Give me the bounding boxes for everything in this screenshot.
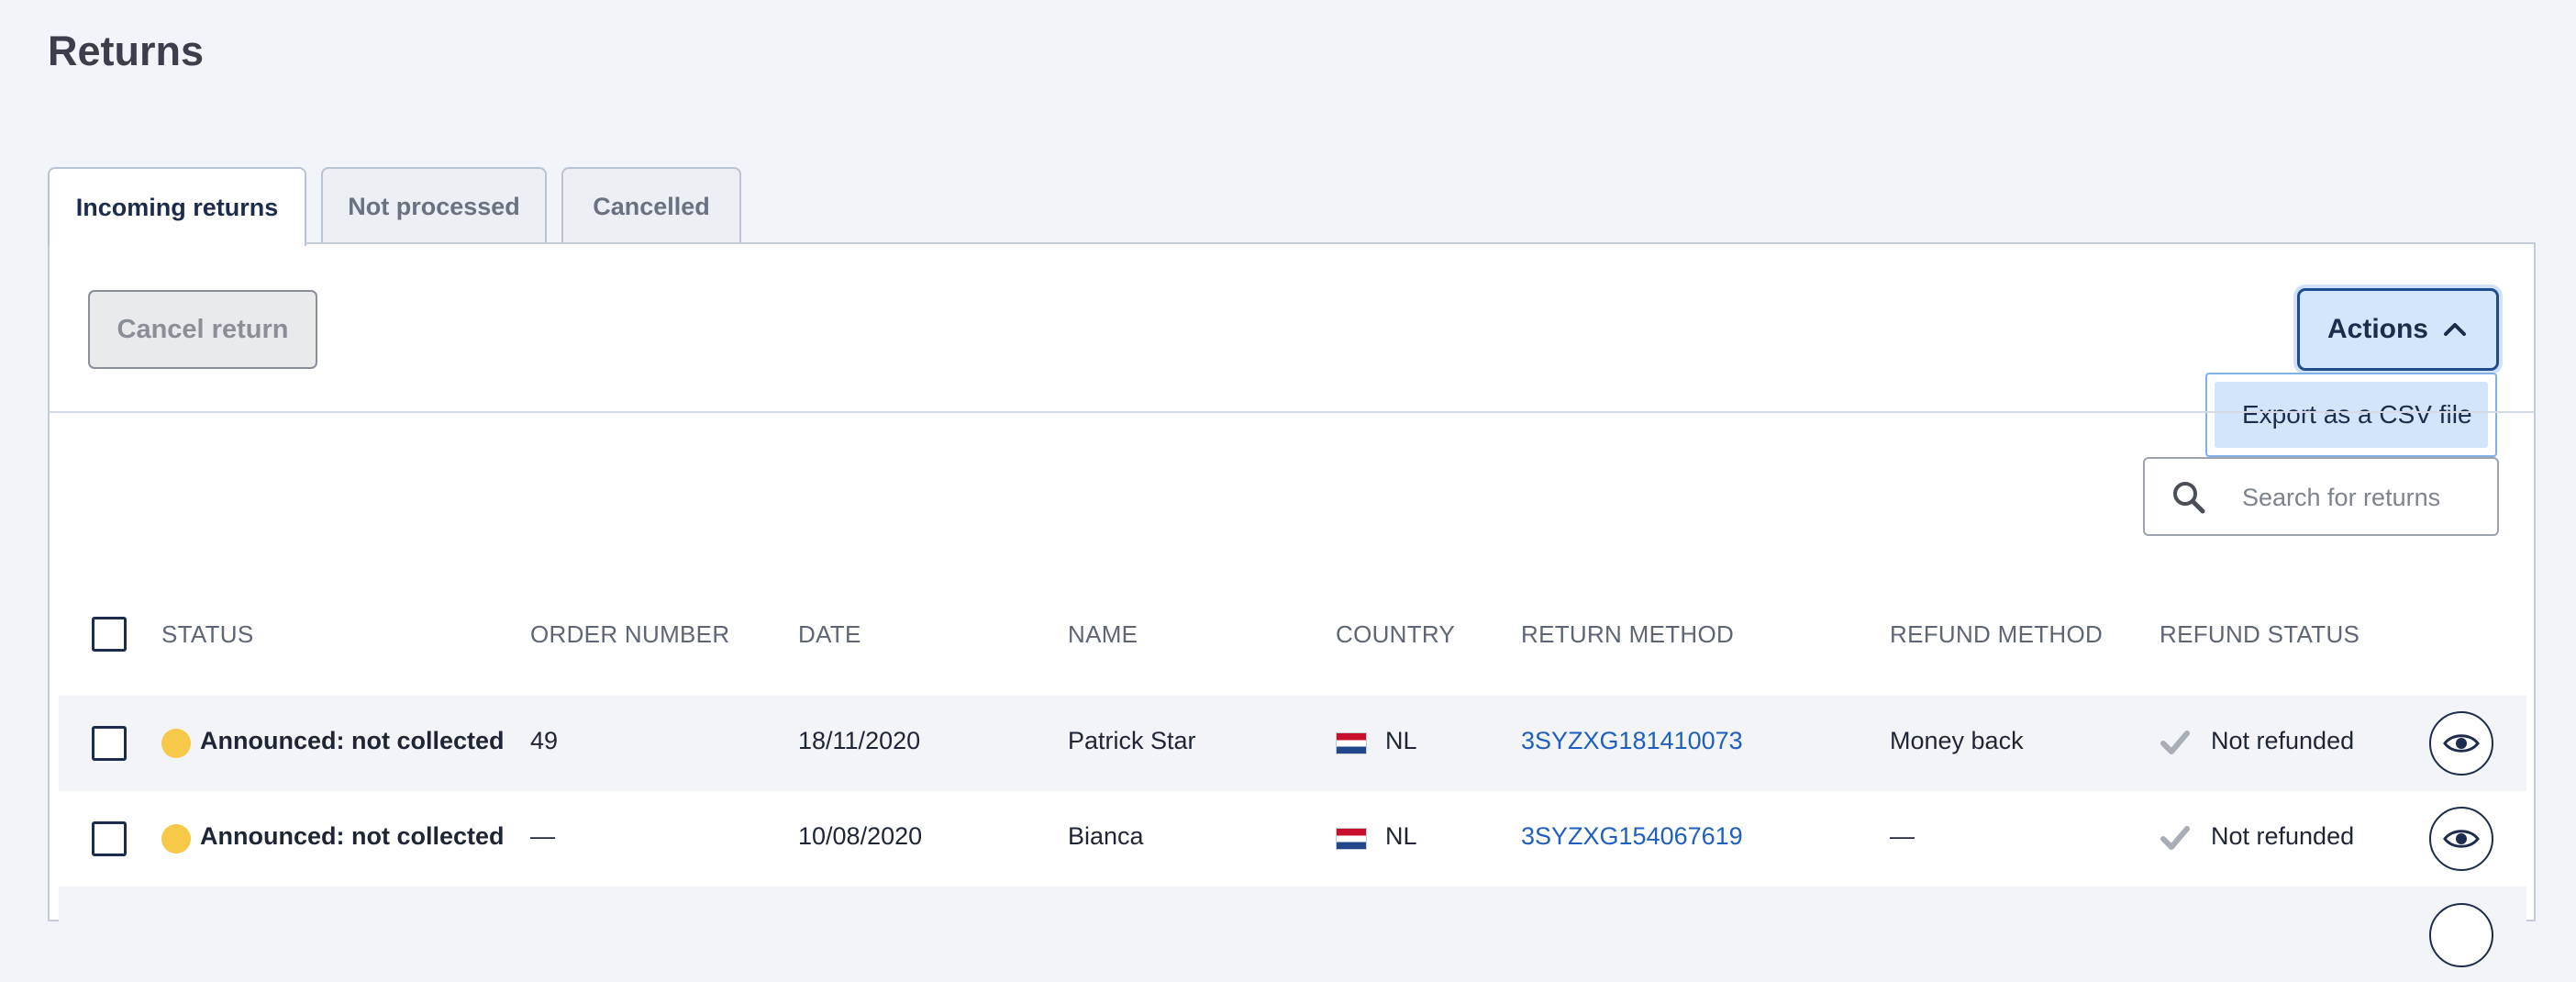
column-header-date[interactable]: DATE [798, 620, 861, 649]
table-row[interactable]: Announced: not collected 49 18/11/2020 P… [59, 696, 2526, 791]
actions-menu: Export as a CSV file [2205, 373, 2497, 457]
column-header-name[interactable]: NAME [1068, 620, 1138, 649]
country-code: NL [1385, 727, 1417, 754]
chevron-up-icon [2444, 323, 2466, 336]
refund-status: Not refunded [2211, 822, 2355, 850]
eye-icon [2443, 734, 2480, 753]
actions-button[interactable]: Actions [2297, 288, 2499, 371]
return-date: 10/08/2020 [798, 822, 923, 850]
row-checkbox[interactable] [92, 821, 127, 856]
refund-method: — [1890, 822, 1915, 850]
column-header-country[interactable]: COUNTRY [1336, 620, 1455, 649]
menu-item-export-csv[interactable]: Export as a CSV file [2215, 382, 2488, 448]
refund-status: Not refunded [2211, 727, 2355, 754]
table-row[interactable]: Announced: not collected — 10/08/2020 Bi… [59, 791, 2526, 887]
status-label: Announced: not collected [200, 727, 505, 754]
column-header-return-method[interactable]: RETURN METHOD [1521, 620, 1734, 649]
tab-cancelled[interactable]: Cancelled [561, 167, 741, 244]
search-box [2143, 457, 2499, 536]
status-dot-icon [161, 824, 191, 854]
return-date: 18/11/2020 [798, 727, 921, 754]
order-number: 49 [530, 727, 559, 754]
customer-name: Patrick Star [1068, 727, 1196, 754]
view-return-button[interactable] [2429, 807, 2493, 871]
checkmark-icon [2160, 731, 2190, 754]
return-method-link[interactable]: 3SYZXG181410073 [1521, 727, 1743, 755]
returns-panel: Cancel return Actions Export as a CSV fi… [48, 242, 2536, 982]
row-checkbox[interactable] [92, 726, 127, 761]
status-label: Announced: not collected [200, 822, 505, 850]
select-all-checkbox[interactable] [92, 617, 127, 652]
customer-name: Bianca [1068, 822, 1144, 850]
tab-incoming-returns[interactable]: Incoming returns [48, 167, 306, 246]
column-header-status[interactable]: STATUS [161, 620, 254, 649]
order-number: — [530, 822, 555, 850]
cancel-return-button[interactable]: Cancel return [88, 290, 317, 369]
country-code: NL [1385, 822, 1417, 850]
column-header-order-number[interactable]: ORDER NUMBER [530, 620, 729, 649]
flag-nl-icon [1336, 732, 1367, 754]
view-return-button[interactable] [2429, 711, 2493, 776]
checkmark-icon [2160, 826, 2190, 850]
status-dot-icon [161, 729, 191, 758]
column-header-refund-status[interactable]: REFUND STATUS [2160, 620, 2359, 649]
search-input[interactable] [2240, 475, 2482, 519]
return-method-link[interactable]: 3SYZXG154067619 [1521, 822, 1743, 851]
page-title: Returns [48, 28, 205, 74]
table-row[interactable] [59, 887, 2526, 982]
refund-method: Money back [1890, 727, 2024, 754]
actions-label: Actions [2326, 314, 2428, 344]
toolbar-divider [50, 411, 2534, 413]
tab-not-processed[interactable]: Not processed [321, 167, 547, 244]
view-return-button[interactable] [2429, 903, 2493, 967]
column-header-refund-method[interactable]: REFUND METHOD [1890, 620, 2103, 649]
search-icon [2173, 482, 2205, 514]
table-header: STATUS ORDER NUMBER DATE NAME COUNTRY RE… [50, 593, 2534, 675]
eye-icon [2443, 830, 2480, 848]
flag-nl-icon [1336, 828, 1367, 850]
